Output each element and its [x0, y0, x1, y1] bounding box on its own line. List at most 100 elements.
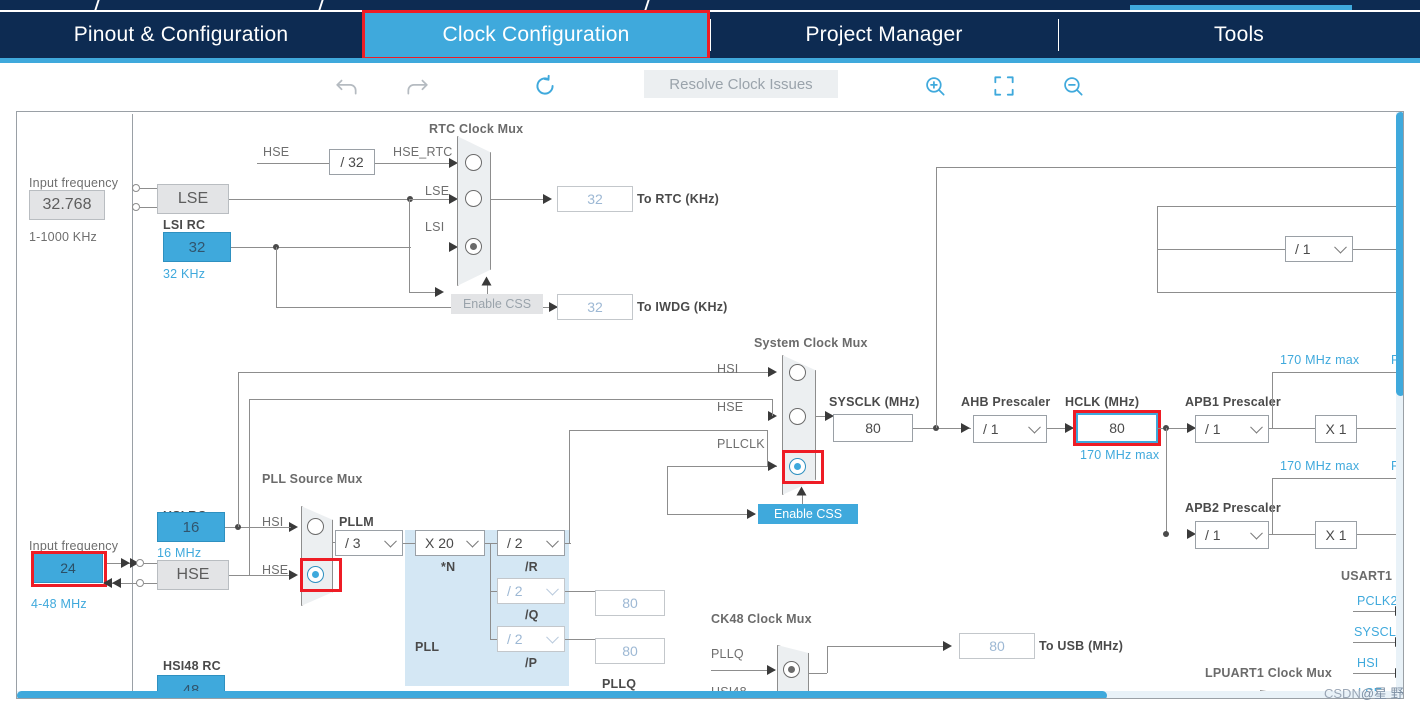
hse-input-frequency-label: Input frequency — [29, 539, 119, 553]
hclk-value-box[interactable]: 80 — [1077, 414, 1157, 442]
pllp-out-value-box: 80 — [595, 638, 665, 664]
redo-button[interactable] — [404, 71, 430, 101]
to-iwdg-label: To IWDG (KHz) — [637, 300, 728, 314]
tab-pinout-configuration[interactable]: Pinout & Configuration — [0, 12, 362, 58]
horizontal-scrollbar-thumb[interactable] — [17, 691, 1107, 698]
wire-pllclk-top — [569, 430, 767, 431]
arrow-css-up-rtcmux — [481, 276, 492, 286]
pllp-label: /P — [525, 656, 538, 670]
apb2-max-note: 170 MHz max — [1280, 459, 1360, 473]
vertical-scrollbar[interactable] — [1396, 112, 1403, 698]
arrow-sysmux-in2 — [768, 461, 777, 471]
apb1-prescaler-select[interactable]: / 1 — [1195, 415, 1269, 443]
clock-tree-canvas[interactable]: HSE / 32 HSE_RTC Input frequency 32.768 … — [16, 111, 1404, 699]
hse-rtc-divider-box[interactable]: / 32 — [329, 149, 375, 175]
lse-port-in — [132, 184, 140, 192]
system-mux-radio-pllclk[interactable] — [789, 458, 806, 475]
tab-clock-configuration[interactable]: Clock Configuration — [362, 12, 710, 58]
sysclk-value-box[interactable]: 80 — [833, 414, 913, 442]
refresh-circular-arrow-icon — [536, 74, 554, 95]
zoom-in-button[interactable] — [922, 71, 948, 101]
main-tab-bar: Pinout & Configuration Clock Configurati… — [0, 12, 1420, 58]
lse-input-frequency-field[interactable]: 32.768 — [29, 190, 105, 220]
csdn-watermark: CSDN@星 野 — [1324, 683, 1404, 702]
arrow-rtcmux-in0 — [449, 158, 458, 168]
tab-tools[interactable]: Tools — [1058, 12, 1420, 58]
to-usb-label: To USB (MHz) — [1039, 639, 1124, 653]
pllq-select[interactable]: / 2 — [497, 578, 565, 604]
arrow-sys-css-in — [747, 509, 756, 519]
wire-topright-lower — [1157, 292, 1403, 293]
wire-hse-to-div32 — [257, 163, 329, 164]
left-rail-divider — [132, 114, 133, 694]
apb2-prescaler-select[interactable]: / 1 — [1195, 521, 1269, 549]
arrow-sysmux-in0 — [768, 367, 777, 377]
rtc-mux-radio-lse[interactable] — [465, 190, 482, 207]
rtc-mux-radio-hse-rtc[interactable] — [465, 154, 482, 171]
pll-source-radio-hsi[interactable] — [307, 518, 324, 535]
plln-label: *N — [441, 560, 456, 574]
wire-hse-port-a — [144, 563, 158, 564]
refresh-button[interactable] — [532, 71, 558, 101]
to-rtc-value-box: 32 — [557, 186, 633, 212]
hclk-max-note: 170 MHz max — [1080, 448, 1160, 462]
wire-hsi-up — [238, 372, 239, 527]
to-iwdg-value: 32 — [587, 299, 603, 315]
ck48-in0-label: PLLQ — [711, 647, 744, 661]
pllq-out-value: 80 — [622, 595, 638, 611]
arrow-hse-in-a — [121, 558, 130, 568]
wire-hsi-top — [238, 372, 772, 373]
undo-button[interactable] — [334, 71, 360, 101]
lse-oscillator-box[interactable]: LSE — [157, 184, 229, 214]
vertical-scrollbar-thumb[interactable] — [1396, 112, 1403, 396]
to-usb-value: 80 — [989, 638, 1005, 654]
sysclk-label: SYSCLK (MHz) — [829, 395, 920, 409]
pllm-select[interactable]: / 3 — [335, 530, 403, 556]
apb1-max-note: 170 MHz max — [1280, 353, 1360, 367]
system-enable-css-button[interactable]: Enable CSS — [758, 504, 858, 524]
tab-label: Clock Configuration — [442, 23, 630, 46]
pllr-select[interactable]: / 2 — [497, 530, 565, 556]
wire-lse-branch-down — [409, 199, 410, 292]
tab-label: Tools — [1213, 23, 1265, 46]
pll-source-mux-title: PLL Source Mux — [262, 472, 363, 486]
tab-label: Pinout & Configuration — [73, 23, 289, 46]
system-mux-radio-hsi[interactable] — [789, 364, 806, 381]
watermark-suffix: @星 野 — [1360, 686, 1404, 701]
top-right-prescaler-select[interactable]: / 1 — [1285, 236, 1353, 262]
wire-sys-css-down — [667, 466, 668, 514]
ahb-prescaler-select[interactable]: / 1 — [973, 415, 1047, 443]
arrow-hclk-in — [1065, 423, 1074, 433]
hsi-rc-value-box[interactable]: 16 — [157, 512, 225, 542]
apb1-timer-mult-value: X 1 — [1325, 421, 1347, 437]
wire-topright-in — [1157, 249, 1285, 250]
arrow-ahb-in — [961, 423, 970, 433]
horizontal-scrollbar[interactable] — [17, 691, 1396, 698]
plln-select[interactable]: X 20 — [415, 530, 485, 556]
hse-range-label: 4-48 MHz — [31, 597, 87, 611]
pllp-select[interactable]: / 2 — [497, 626, 565, 652]
watermark-prefix: CSDN — [1324, 686, 1361, 701]
resolve-clock-issues-button[interactable]: Resolve Clock Issues — [644, 70, 838, 98]
hse-input-frequency-field[interactable]: 24 — [33, 553, 103, 583]
rtc-enable-css-button[interactable]: Enable CSS — [451, 294, 543, 314]
wire-apb1-to-mult — [1269, 428, 1315, 429]
wire-lse-port-bot — [140, 207, 158, 208]
lsi-rc-value-box[interactable]: 32 — [163, 232, 231, 262]
zoom-out-button[interactable] — [1060, 71, 1086, 101]
system-mux-radio-hse[interactable] — [789, 408, 806, 425]
to-usb-value-box: 80 — [959, 633, 1035, 659]
lsi-rc-title: LSI RC — [163, 218, 206, 232]
pll-source-radio-hse[interactable] — [307, 566, 324, 583]
hsi-rc-value: 16 — [182, 518, 200, 536]
rtcmux-in1-label: LSE — [425, 184, 450, 198]
lse-oscillator-label: LSE — [177, 190, 209, 207]
tab-project-manager[interactable]: Project Manager — [710, 12, 1058, 58]
rtc-mux-radio-lsi[interactable] — [465, 238, 482, 255]
ck48-mux-radio-pllq[interactable] — [783, 661, 800, 678]
wire-ck48-in0 — [711, 670, 775, 671]
arrow-rtcmux-in1 — [449, 194, 458, 204]
rtcmux-in2-label: LSI — [425, 220, 445, 234]
hse-oscillator-box[interactable]: HSE — [157, 560, 229, 590]
fit-to-screen-button[interactable] — [991, 71, 1017, 101]
